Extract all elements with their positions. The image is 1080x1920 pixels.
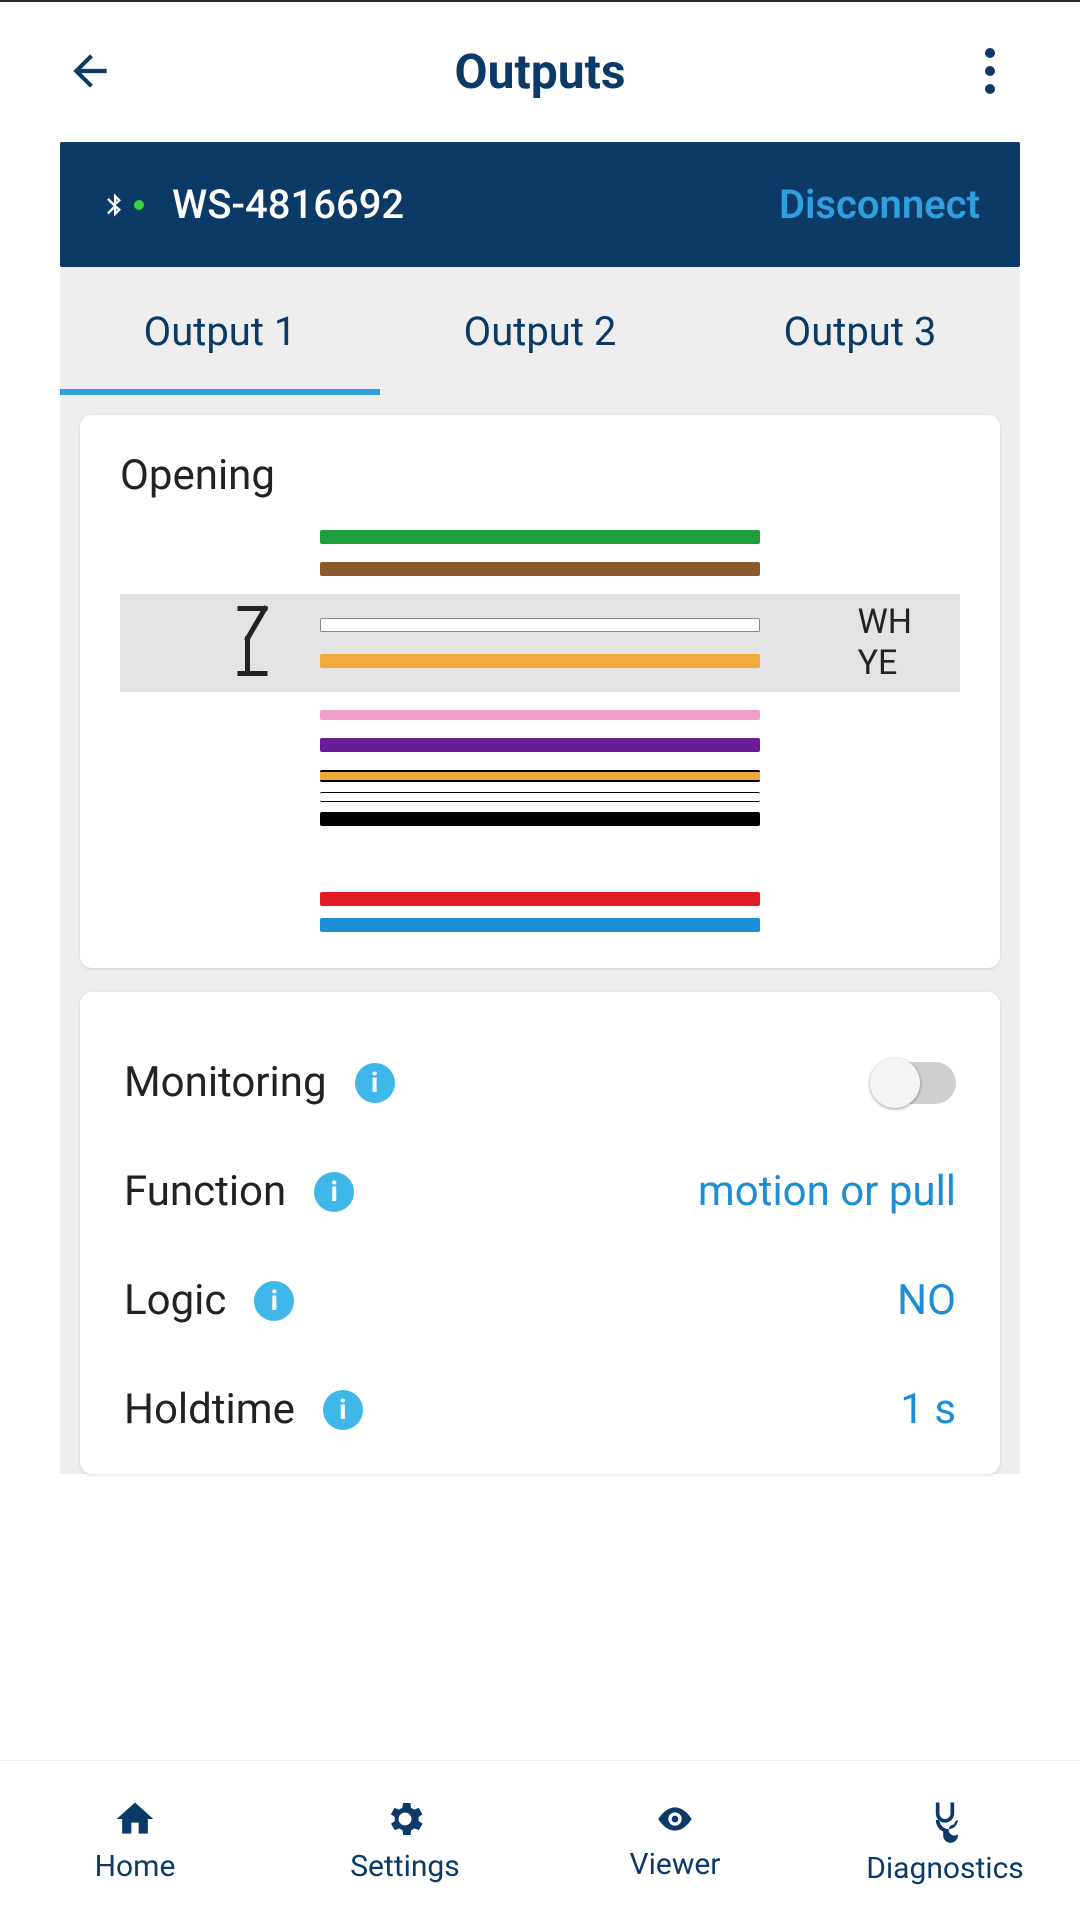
- output-tabs: Output 1 Output 2 Output 3: [60, 267, 1020, 395]
- wire-green: [320, 530, 760, 544]
- opening-card: Opening WH YE: [80, 415, 1000, 968]
- wire-diagram: WH YE: [120, 530, 960, 932]
- wire-brown: [320, 562, 760, 576]
- stethoscope-icon: [923, 1795, 967, 1843]
- device-connection-bar: WS-4816692 Disconnect: [60, 142, 1020, 267]
- settings-card: Monitoring i Function i motion or pull L…: [80, 992, 1000, 1474]
- nav-viewer[interactable]: Viewer: [540, 1761, 810, 1920]
- setting-logic[interactable]: Logic i NO: [120, 1246, 960, 1355]
- disconnect-button[interactable]: Disconnect: [779, 181, 980, 228]
- nav-diagnostics[interactable]: Diagnostics: [810, 1761, 1080, 1920]
- logic-value: NO: [897, 1276, 956, 1325]
- wire-purple: [320, 738, 760, 752]
- bluetooth-icon: [100, 185, 144, 225]
- info-icon[interactable]: i: [314, 1172, 354, 1212]
- tab-output-3[interactable]: Output 3: [700, 267, 1020, 395]
- wire-group-selected[interactable]: WH YE: [120, 594, 960, 692]
- info-icon[interactable]: i: [323, 1390, 363, 1430]
- monitoring-toggle[interactable]: [874, 1062, 956, 1104]
- eye-icon: [651, 1799, 699, 1839]
- nav-home[interactable]: Home: [0, 1761, 270, 1920]
- setting-monitoring: Monitoring i: [120, 1028, 960, 1137]
- home-icon: [113, 1797, 157, 1841]
- wire-group-5[interactable]: [320, 892, 760, 932]
- function-value: motion or pull: [698, 1167, 956, 1216]
- info-icon[interactable]: i: [355, 1063, 395, 1103]
- wire-yellow: [320, 654, 760, 668]
- app-bar: Outputs: [0, 6, 1080, 136]
- back-button[interactable]: [60, 41, 120, 101]
- wire-blue: [320, 918, 760, 932]
- wire-white-black-stripe: [320, 792, 760, 802]
- relay-icon: [230, 603, 280, 683]
- device-name: WS-4816692: [172, 181, 779, 228]
- connection-status-dot: [134, 200, 144, 210]
- wire-group-1[interactable]: [320, 530, 760, 576]
- holdtime-value: 1 s: [900, 1385, 956, 1434]
- wire-group-3[interactable]: [320, 710, 760, 752]
- more-menu-button[interactable]: [960, 41, 1020, 101]
- wire-pink: [320, 710, 760, 720]
- selected-wire-labels: WH YE: [858, 602, 912, 684]
- setting-holdtime[interactable]: Holdtime i 1 s: [120, 1355, 960, 1464]
- bottom-nav: Home Settings Viewer Diagnostics: [0, 1760, 1080, 1920]
- wire-orange-black-stripe: [320, 770, 760, 782]
- nav-settings[interactable]: Settings: [270, 1761, 540, 1920]
- tab-output-1[interactable]: Output 1: [60, 267, 380, 395]
- opening-card-title: Opening: [120, 451, 960, 500]
- setting-function[interactable]: Function i motion or pull: [120, 1137, 960, 1246]
- page-title: Outputs: [120, 43, 960, 100]
- tab-output-2[interactable]: Output 2: [380, 267, 700, 395]
- wire-white: [320, 618, 760, 632]
- wire-black: [320, 812, 760, 826]
- info-icon[interactable]: i: [254, 1281, 294, 1321]
- gear-icon: [383, 1797, 427, 1841]
- wire-group-4[interactable]: [320, 770, 760, 826]
- wire-red: [320, 892, 760, 906]
